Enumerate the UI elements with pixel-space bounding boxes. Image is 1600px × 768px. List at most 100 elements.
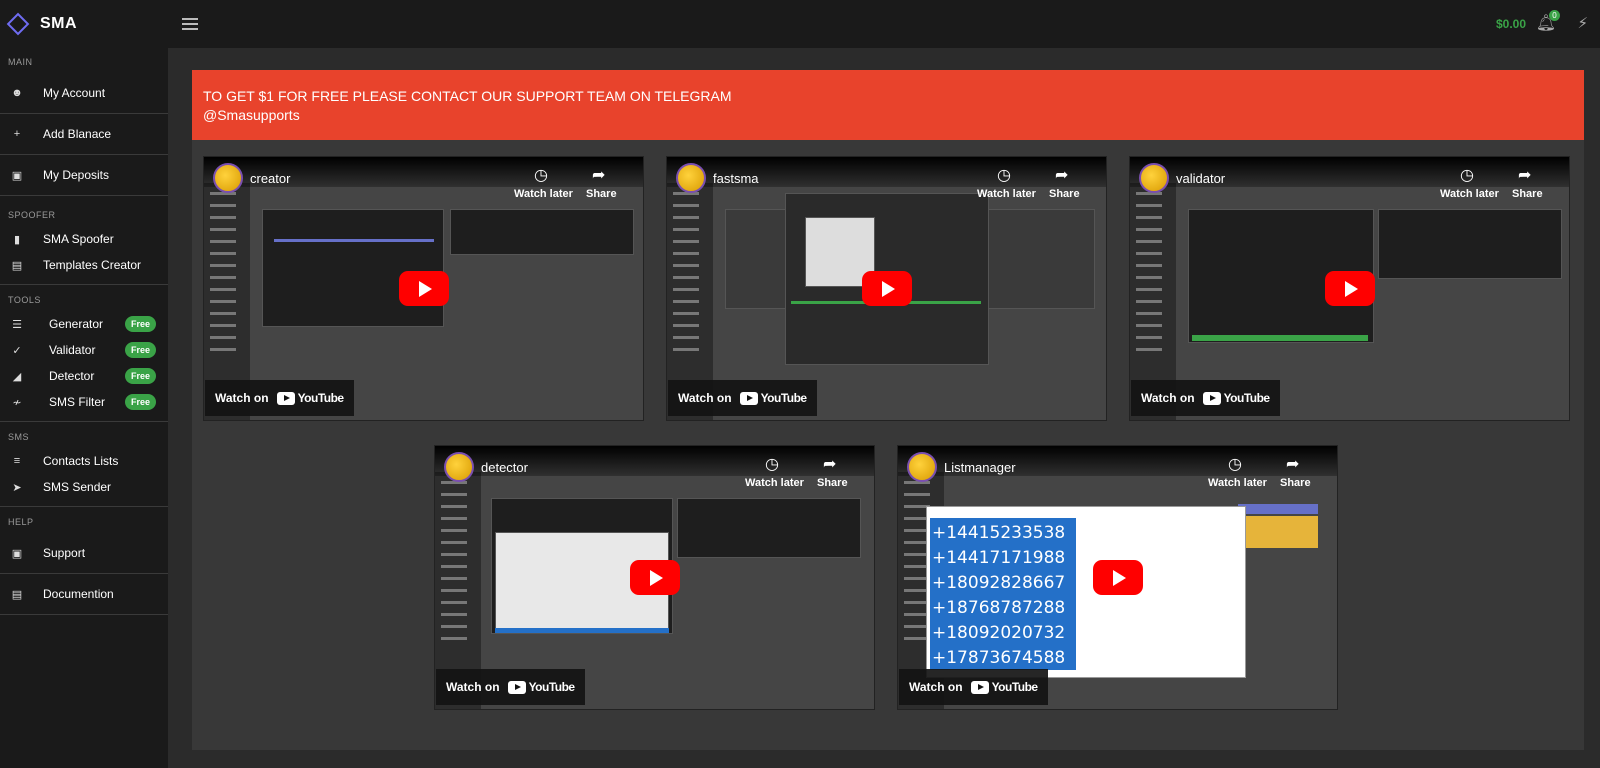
section-tools: TOOLS — [8, 295, 41, 305]
sidebar-item-label: My Deposits — [43, 168, 110, 182]
youtube-wordmark: YouTube — [1223, 391, 1271, 405]
channel-avatar[interactable] — [1139, 163, 1169, 193]
channel-avatar[interactable] — [444, 452, 474, 482]
watch-on-youtube-button[interactable]: Watch on YouTube — [436, 669, 585, 705]
share-icon[interactable]: ➦ — [823, 454, 836, 474]
video-title[interactable]: creator — [250, 171, 290, 186]
sms-spoofer-icon: ▮ — [13, 233, 21, 246]
phone-number: +18768787288 — [932, 598, 1066, 618]
sidebar-item-label: SMS Filter — [49, 395, 106, 409]
section-spoofer: SPOOFER — [8, 210, 56, 220]
watch-on-label: Watch on — [678, 391, 732, 405]
video-embed-validator[interactable]: validator ◷ ➦ Watch later Share Watch on… — [1129, 156, 1570, 421]
video-title[interactable]: fastsma — [713, 171, 759, 186]
list-icon: ☰ — [12, 318, 22, 331]
sidebar-item-templates-creator[interactable]: ▤ Templates Creator — [0, 252, 168, 278]
main-content: TO GET $1 FOR FREE PLEASE CONTACT OUR SU… — [192, 70, 1584, 750]
watch-on-youtube-button[interactable]: Watch on YouTube — [899, 669, 1048, 705]
sidebar-item-label: Validator — [49, 343, 96, 357]
watch-later-label[interactable]: Watch later — [977, 188, 1036, 200]
section-help: HELP — [8, 517, 34, 527]
play-button[interactable] — [1092, 559, 1143, 595]
balance-amount: $0.00 — [1495, 17, 1526, 31]
sidebar-item-validator[interactable]: ✓ Validator Free — [0, 337, 168, 363]
sidebar-item-support[interactable]: ▣ Support — [0, 533, 168, 574]
channel-avatar[interactable] — [213, 163, 243, 193]
play-button[interactable] — [398, 270, 449, 306]
watch-on-youtube-button[interactable]: Watch on YouTube — [205, 380, 354, 416]
share-label[interactable]: Share — [1049, 188, 1080, 200]
video-embed-fastsma[interactable]: fastsma ◷ ➦ Watch later Share Watch on Y… — [666, 156, 1107, 421]
sidebar-item-label: Generator — [49, 317, 104, 331]
video-title[interactable]: validator — [1176, 171, 1225, 186]
sidebar-item-detector[interactable]: ◢ Detector Free — [0, 363, 168, 389]
free-badge: Free — [124, 394, 156, 410]
watch-on-label: Watch on — [446, 680, 500, 694]
sidebar-item-label: Support — [43, 546, 86, 560]
sidebar-item-documention[interactable]: ▤ Documention — [0, 574, 168, 615]
menu-toggle-icon[interactable] — [182, 15, 198, 33]
watch-on-youtube-button[interactable]: Watch on YouTube — [668, 380, 817, 416]
youtube-logo-icon: YouTube — [276, 391, 344, 405]
sidebar-item-label: Add Blanace — [43, 127, 112, 141]
clock-icon[interactable]: ◷ — [534, 165, 548, 185]
sidebar-item-label: Detector — [49, 369, 95, 383]
share-label[interactable]: Share — [817, 477, 848, 489]
watch-later-label[interactable]: Watch later — [1440, 188, 1499, 200]
watch-later-label[interactable]: Watch later — [1208, 477, 1267, 489]
shield-check-icon: ✓ — [12, 344, 22, 357]
youtube-logo-icon: YouTube — [970, 680, 1039, 694]
promo-banner: TO GET $1 FOR FREE PLEASE CONTACT OUR SU… — [192, 70, 1584, 140]
play-button[interactable] — [861, 270, 912, 306]
user-circle-icon: ☻ — [11, 87, 23, 99]
youtube-logo-icon: YouTube — [507, 680, 575, 694]
video-embed-listmanager[interactable]: +14415233538 +14417171988 +18092828667 +… — [897, 445, 1338, 710]
youtube-wordmark: YouTube — [991, 680, 1039, 694]
sidebar-item-add-balance[interactable]: + Add Blanace — [0, 114, 168, 155]
share-icon[interactable]: ➦ — [592, 165, 605, 185]
brand[interactable]: SMA — [0, 0, 168, 48]
sidebar-item-my-deposits[interactable]: ▣ My Deposits — [0, 155, 168, 196]
clock-icon[interactable]: ◷ — [1228, 454, 1242, 474]
watch-later-label[interactable]: Watch later — [745, 477, 804, 489]
support-icon: ▣ — [11, 547, 23, 560]
video-title[interactable]: detector — [481, 460, 528, 475]
phone-number: +14415233538 — [932, 523, 1066, 543]
watch-later-label[interactable]: Watch later — [514, 188, 573, 200]
share-icon[interactable]: ➦ — [1518, 165, 1531, 185]
watch-on-youtube-button[interactable]: Watch on YouTube — [1131, 380, 1280, 416]
youtube-logo-icon: YouTube — [739, 391, 807, 405]
wallet-icon: ▣ — [11, 169, 23, 182]
sidebar-item-my-account[interactable]: ☻ My Account — [0, 73, 168, 114]
sidebar-item-sms-filter[interactable]: ≁ SMS Filter Free — [0, 389, 168, 415]
sidebar-item-generator[interactable]: ☰ Generator Free — [0, 311, 168, 337]
clock-icon[interactable]: ◷ — [997, 165, 1011, 185]
channel-avatar[interactable] — [676, 163, 706, 193]
share-label[interactable]: Share — [1512, 188, 1543, 200]
share-icon[interactable]: ➦ — [1055, 165, 1068, 185]
channel-avatar[interactable] — [907, 452, 937, 482]
clock-icon[interactable]: ◷ — [1460, 165, 1474, 185]
play-button[interactable] — [1324, 270, 1375, 306]
sidebar-item-sms-sender[interactable]: ➤ SMS Sender — [0, 474, 168, 500]
play-button[interactable] — [629, 559, 680, 595]
share-label[interactable]: Share — [1280, 477, 1311, 489]
eraser-icon: ◢ — [12, 370, 22, 383]
flash-off-icon[interactable]: ⚡︎ — [1577, 14, 1588, 32]
clock-icon[interactable]: ◷ — [765, 454, 779, 474]
video-embed-creator[interactable]: creator ◷ ➦ Watch later Share Watch on Y… — [203, 156, 644, 421]
plus-icon: + — [13, 128, 21, 140]
phone-number: +14417171988 — [932, 548, 1066, 568]
phone-number-list: +14415233538 +14417171988 +18092828667 +… — [930, 518, 1076, 670]
video-title[interactable]: Listmanager — [944, 460, 1016, 475]
share-icon[interactable]: ➦ — [1286, 454, 1299, 474]
filter-icon: ≁ — [12, 396, 22, 409]
share-label[interactable]: Share — [586, 188, 617, 200]
sidebar-item-label: Contacts Lists — [43, 454, 119, 468]
video-embed-detector[interactable]: detector ◷ ➦ Watch later Share Watch on … — [434, 445, 875, 710]
brand-name: SMA — [40, 15, 78, 32]
brand-logo-icon — [6, 12, 30, 36]
sidebar-item-label: My Account — [43, 86, 106, 100]
sidebar-item-contacts-lists[interactable]: ≡ Contacts Lists — [0, 448, 168, 474]
sidebar-item-sma-spoofer[interactable]: ▮ SMA Spoofer — [0, 226, 168, 252]
